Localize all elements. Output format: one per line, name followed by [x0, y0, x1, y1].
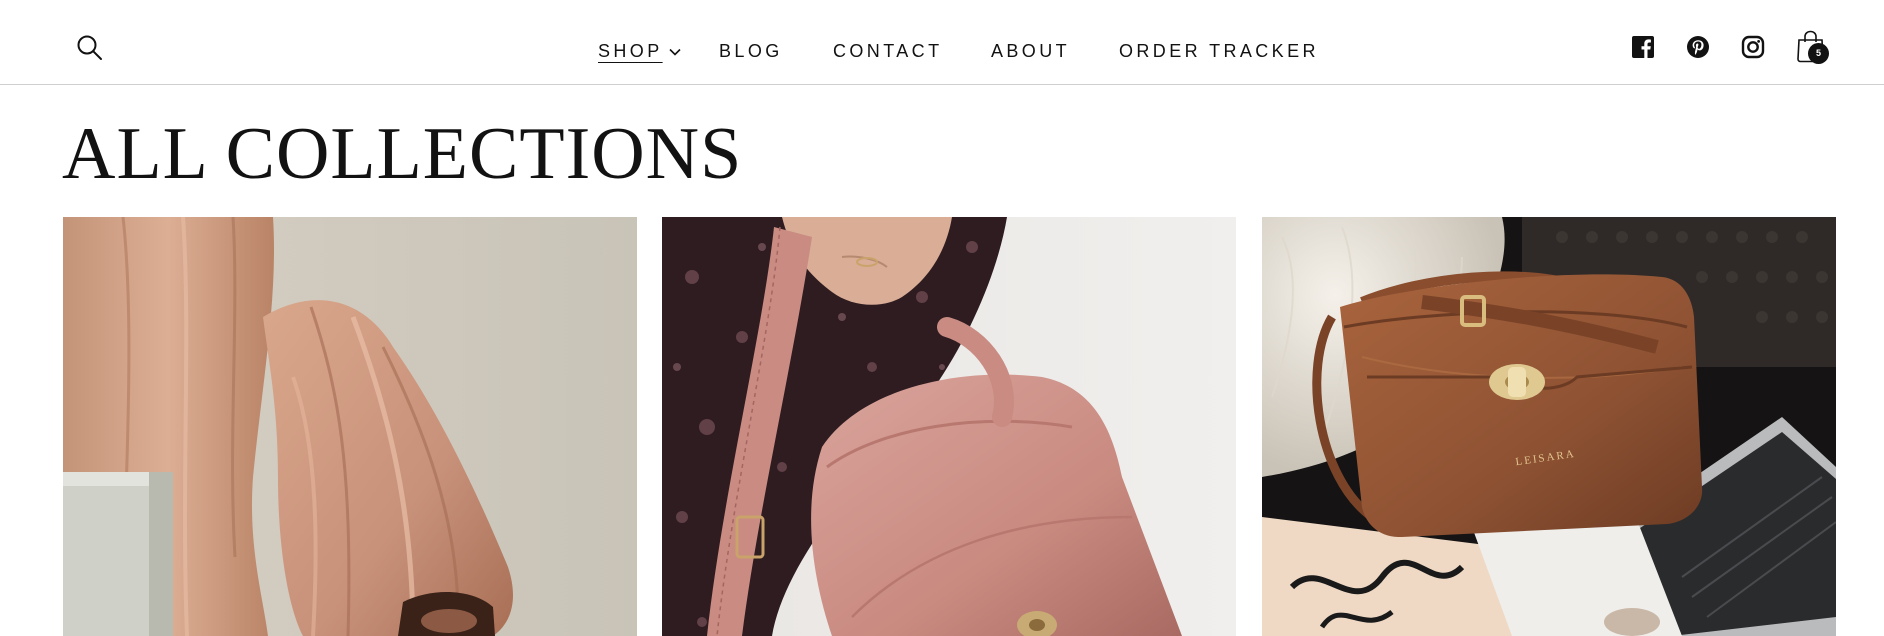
nav-blog[interactable]: BLOG — [719, 40, 783, 62]
cart-count-badge: 5 — [1808, 43, 1829, 64]
facebook-link[interactable] — [1630, 34, 1656, 60]
collection-card-2[interactable] — [662, 217, 1236, 636]
collection-image-blouse — [63, 217, 637, 636]
instagram-link[interactable] — [1740, 34, 1766, 60]
nav-about-label: ABOUT — [991, 41, 1071, 61]
search-icon — [77, 35, 102, 60]
collection-card-1[interactable] — [63, 217, 637, 636]
collection-image-brown-bag: LEISARA — [1262, 217, 1836, 636]
nav-shop-label: SHOP — [598, 41, 663, 61]
facebook-icon — [1632, 36, 1654, 58]
collection-image-pink-bag — [662, 217, 1236, 636]
site-header: SHOP BLOG CONTACT ABOUT ORDER TRACKER 5 — [0, 0, 1884, 85]
nav-about[interactable]: ABOUT — [991, 40, 1070, 62]
nav-order-tracker[interactable]: ORDER TRACKER — [1119, 40, 1319, 62]
collection-card-3[interactable]: LEISARA — [1262, 217, 1836, 636]
nav-contact-label: CONTACT — [833, 41, 943, 61]
search-button[interactable] — [76, 34, 104, 62]
instagram-icon — [1741, 35, 1765, 59]
page-title: ALL COLLECTIONS — [62, 113, 743, 195]
pinterest-link[interactable] — [1685, 34, 1711, 60]
nav-order-tracker-label: ORDER TRACKER — [1119, 41, 1319, 61]
nav-shop[interactable]: SHOP — [598, 40, 663, 62]
chevron-down-icon[interactable] — [668, 45, 682, 59]
nav-blog-label: BLOG — [719, 41, 783, 61]
pinterest-icon — [1687, 36, 1709, 58]
nav-contact[interactable]: CONTACT — [833, 40, 942, 62]
